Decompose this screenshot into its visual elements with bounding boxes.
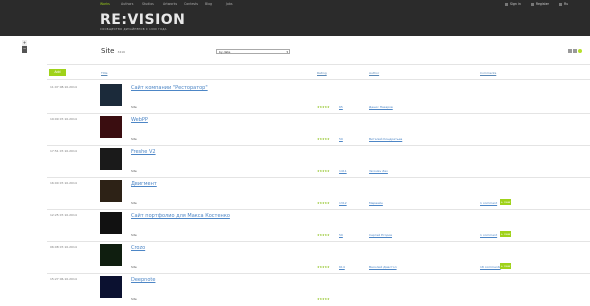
nav-works[interactable]: Works <box>100 2 121 7</box>
item-thumbnail[interactable] <box>100 212 122 234</box>
list-item: 17:51 07.10.2014 Freshe V2 Site ★★★★★ 14… <box>0 146 590 178</box>
item-category: Site <box>131 201 137 205</box>
divider <box>47 64 590 65</box>
zoom-out-button[interactable]: − <box>22 46 27 52</box>
item-comments-link[interactable]: 1 comment <box>480 233 497 237</box>
col-title[interactable]: Title <box>101 71 107 75</box>
register-icon <box>530 3 534 6</box>
rating-stars-icon: ★★★★★ <box>317 169 330 173</box>
item-thumbnail[interactable] <box>100 84 122 106</box>
list-item: 06:08 07.10.2014 Crozo Site ★★★★★ 614 Ва… <box>0 242 590 274</box>
item-title-link[interactable]: Deepnote <box>131 277 155 283</box>
item-time: 17:51 07.10.2014 <box>50 149 77 153</box>
flag-icon <box>559 3 562 6</box>
item-category: Site <box>131 169 137 173</box>
item-thumbnail[interactable] <box>100 244 122 266</box>
item-author-link[interactable]: Мервайн <box>369 201 383 205</box>
rating-stars-icon: ★★★★★ <box>317 201 330 205</box>
col-rating[interactable]: Rating <box>317 71 327 75</box>
item-author-link[interactable]: Денис Назаров <box>369 105 393 109</box>
item-author-link[interactable]: Сергей Егоров <box>369 233 392 237</box>
list-item: 12:25 07.10.2014 Сайт портфолио для Макс… <box>0 210 590 242</box>
new-badge[interactable]: + new <box>500 199 511 205</box>
item-title-link[interactable]: Crozo <box>131 245 145 251</box>
item-author-link[interactable]: Виталий Кондратьев <box>369 137 402 141</box>
item-thumbnail[interactable] <box>100 148 122 170</box>
item-thumbnail[interactable] <box>100 276 122 298</box>
top-nav: Works Authors Studios Artworks Contests … <box>100 2 247 7</box>
sign-in-link[interactable]: Sign in <box>505 2 521 7</box>
list-item: 19:09 07.10.2014 WebPP Site ★★★★★ 59 Вит… <box>0 114 590 146</box>
item-title-link[interactable]: Сайт компании "Ресторатор" <box>131 85 208 91</box>
user-icon <box>505 3 508 6</box>
logo-text: RE:VISION <box>100 12 186 28</box>
nav-contests[interactable]: Contests <box>184 2 205 7</box>
item-category: Site <box>131 297 137 301</box>
item-category: Site <box>131 265 137 269</box>
item-votes[interactable]: 65 <box>339 105 343 109</box>
logo-subtitle: СООБЩЕСТВО ДИЗАЙНЕРОВ С 1999 ГОДА <box>100 28 167 31</box>
item-author-link[interactable]: Василий Диастол <box>369 265 397 269</box>
list-item: 11:07 08.10.2014 Сайт компании "Ресторат… <box>0 82 590 114</box>
item-comments-link[interactable]: 1 comment <box>480 201 497 205</box>
item-votes[interactable]: 614 <box>339 265 345 269</box>
item-votes[interactable]: 1411 <box>339 169 347 173</box>
grid-view-icon[interactable] <box>568 49 572 53</box>
new-badge[interactable]: + new <box>500 231 511 237</box>
item-category: Site <box>131 105 137 109</box>
item-title-link[interactable]: Сайт портфолио для Макса Костенко <box>131 213 230 219</box>
chevron-down-icon: ▾ <box>286 50 288 54</box>
site-logo[interactable]: RE:VISION СООБЩЕСТВО ДИЗАЙНЕРОВ С 1999 Г… <box>100 12 186 32</box>
item-title-link[interactable]: Freshe V2 <box>131 149 156 155</box>
active-view-icon[interactable] <box>578 49 582 53</box>
rating-stars-icon: ★★★★★ <box>317 105 330 109</box>
new-badge[interactable]: + new <box>500 263 511 269</box>
divider <box>47 79 590 80</box>
top-bar: Works Authors Studios Artworks Contests … <box>0 0 590 36</box>
item-title-link[interactable]: WebPP <box>131 117 148 123</box>
side-zoom-control: + − <box>22 40 27 53</box>
item-time: 06:08 07.10.2014 <box>50 245 77 249</box>
rating-stars-icon: ★★★★★ <box>317 137 330 141</box>
item-time: 12:25 07.10.2014 <box>50 213 77 217</box>
nav-authors[interactable]: Authors <box>121 2 142 7</box>
user-links: Sign in Register Ru <box>505 2 568 7</box>
item-votes[interactable]: 59 <box>339 233 343 237</box>
item-thumbnail[interactable] <box>100 180 122 202</box>
table-header: Title Rating Author Comments <box>0 70 590 78</box>
nav-artworks[interactable]: Artworks <box>163 2 184 7</box>
col-comments[interactable]: Comments <box>480 71 496 75</box>
rating-stars-icon: ★★★★★ <box>317 265 330 269</box>
register-link[interactable]: Register <box>530 2 549 7</box>
item-time: 19:09 07.10.2014 <box>50 117 77 121</box>
nav-jobs[interactable]: Jobs <box>226 2 247 7</box>
page-title: Site 3416 <box>101 47 126 55</box>
item-time: 16:00 07.10.2014 <box>50 181 77 185</box>
item-votes[interactable]: 1312 <box>339 201 347 205</box>
item-comments-link[interactable]: 18 comments <box>480 265 501 269</box>
item-time: 11:07 08.10.2014 <box>50 85 77 89</box>
item-category: Site <box>131 233 137 237</box>
rating-stars-icon: ★★★★★ <box>317 297 330 301</box>
list-item: 15:27 06.10.2014 Deepnote Site ★★★★★ <box>0 274 590 306</box>
list-view-icon[interactable] <box>573 49 577 53</box>
item-category: Site <box>131 137 137 141</box>
item-thumbnail[interactable] <box>100 116 122 138</box>
language-link[interactable]: Ru <box>559 2 568 7</box>
nav-studios[interactable]: Studios <box>142 2 163 7</box>
item-author-link[interactable]: Yaroslav Zav <box>369 169 388 173</box>
sort-select[interactable]: by date ▾ <box>216 49 290 54</box>
list-item: 16:00 07.10.2014 Двигмент Site ★★★★★ 131… <box>0 178 590 210</box>
rating-stars-icon: ★★★★★ <box>317 233 330 237</box>
col-author[interactable]: Author <box>369 71 379 75</box>
page-count: 3416 <box>117 50 126 54</box>
nav-blog[interactable]: Blog <box>205 2 226 7</box>
item-time: 15:27 06.10.2014 <box>50 277 77 281</box>
view-toggle <box>568 49 582 53</box>
item-title-link[interactable]: Двигмент <box>131 181 157 187</box>
item-votes[interactable]: 59 <box>339 137 343 141</box>
